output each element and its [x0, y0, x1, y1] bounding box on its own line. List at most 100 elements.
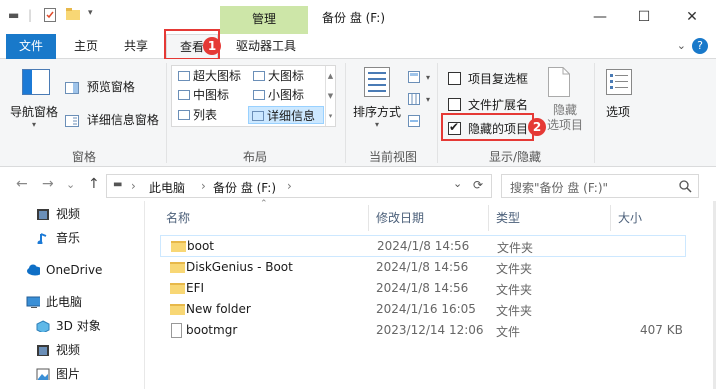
hide-selected-button[interactable]: 隐藏 选项目	[547, 103, 583, 133]
file-type: 文件夹	[497, 241, 534, 255]
details-pane-icon	[65, 114, 79, 127]
ribbon-view: 导航窗格 ▾ 预览窗格 详细信息窗格 窗格 超大图标 大图标 中图标 小图标 列…	[0, 59, 716, 167]
forward-button[interactable]: →	[42, 176, 54, 192]
nav-item-videos[interactable]: 视频	[36, 203, 80, 225]
add-columns-icon	[408, 92, 420, 105]
extra-large-icons-icon	[178, 71, 190, 81]
file-type: 文件夹	[496, 304, 533, 318]
table-row[interactable]: bootmgr 2023/12/14 12:06 文件 407 KB	[160, 320, 686, 342]
file-extensions-label: 文件扩展名	[468, 98, 529, 112]
folder-icon	[170, 262, 185, 273]
recent-locations-button[interactable]: ⌄	[66, 178, 75, 191]
video-icon	[37, 345, 49, 356]
group-label-show-hide: 显示/隐藏	[489, 150, 542, 164]
item-checkboxes-label: 项目复选框	[468, 72, 529, 86]
table-row[interactable]: New folder 2024/1/16 16:05 文件夹	[160, 299, 686, 321]
sort-by-label: 排序方式	[353, 105, 402, 119]
size-columns-button[interactable]	[408, 113, 422, 127]
tab-share[interactable]: 共享	[118, 34, 154, 59]
nav-item-3d-objects[interactable]: 3D 对象	[36, 315, 101, 337]
sort-by-dropdown-icon: ▾	[375, 120, 380, 129]
file-modified: 2024/1/8 14:56	[376, 260, 469, 274]
table-row[interactable]: boot 2024/1/8 14:56 文件夹	[160, 235, 686, 257]
group-by-button[interactable]: ▾	[408, 69, 430, 83]
file-extensions-toggle[interactable]: 文件扩展名	[448, 96, 528, 113]
layout-details[interactable]: 详细信息	[248, 106, 324, 124]
qa-separator: |	[28, 8, 33, 22]
small-icons-icon	[253, 90, 265, 100]
address-dropdown-icon[interactable]: ⌄	[453, 177, 462, 190]
file-name: New folder	[186, 302, 251, 316]
layout-extra-large-icons[interactable]: 超大图标	[175, 67, 251, 85]
hide-selected-icon	[548, 67, 570, 100]
breadcrumb-sep: ›	[131, 179, 136, 193]
step-badge-2: 2	[528, 118, 546, 136]
file-name: EFI	[186, 281, 205, 295]
file-type: 文件	[496, 325, 521, 339]
minimize-button[interactable]: —	[585, 6, 615, 28]
item-checkboxes-checkbox[interactable]	[448, 72, 461, 85]
sort-by-button[interactable]: 排序方式 ▾	[353, 103, 401, 129]
options-button[interactable]: 选项	[606, 103, 630, 120]
file-list: ⌃ 名称 修改日期 类型 大小 boot 2024/1/8 14:56 文件夹 …	[146, 199, 716, 389]
new-folder-icon[interactable]	[66, 8, 80, 23]
column-header-modified[interactable]: 修改日期	[376, 209, 424, 226]
tab-drive-tools[interactable]: 驱动器工具	[228, 34, 304, 59]
help-icon[interactable]: ?	[692, 38, 708, 54]
back-button[interactable]: ←	[16, 176, 28, 192]
preview-pane-label: 预览窗格	[86, 80, 135, 94]
file-modified: 2023/12/14 12:06	[376, 323, 484, 337]
tab-file[interactable]: 文件	[6, 34, 56, 59]
column-divider[interactable]	[488, 205, 489, 231]
ribbon-tabs: 文件 主页 共享 查看 驱动器工具 ⌄ ?	[0, 34, 716, 60]
layout-small-icons[interactable]: 小图标	[250, 86, 324, 104]
column-header-name[interactable]: 名称	[166, 209, 190, 226]
nav-item-videos-2[interactable]: 视频	[36, 339, 80, 361]
folder-icon	[171, 241, 186, 252]
file-size: 407 KB	[640, 323, 683, 337]
refresh-icon[interactable]: ⟳	[473, 178, 483, 192]
size-columns-icon	[408, 114, 420, 127]
breadcrumb-this-pc[interactable]: 此电脑	[149, 179, 185, 196]
layout-large-icons[interactable]: 大图标	[250, 67, 324, 85]
up-button[interactable]: ↑	[88, 176, 100, 192]
details-pane-button[interactable]: 详细信息窗格	[65, 111, 159, 128]
ribbon-expand-chevron-icon[interactable]: ⌄	[677, 39, 686, 52]
close-button[interactable]: ✕	[677, 6, 707, 28]
item-checkboxes-toggle[interactable]: 项目复选框	[448, 70, 528, 87]
nav-item-this-pc[interactable]: 此电脑	[26, 291, 82, 313]
table-row[interactable]: EFI 2024/1/8 14:56 文件夹	[160, 278, 686, 300]
file-type: 文件夹	[496, 262, 533, 276]
layout-medium-icons[interactable]: 中图标	[175, 86, 251, 104]
column-header-size[interactable]: 大小	[618, 209, 642, 226]
search-input[interactable]: 搜索"备份 盘 (F:)"	[501, 174, 699, 198]
list-icon	[178, 110, 190, 120]
music-icon	[37, 233, 47, 244]
tab-manage[interactable]: 管理	[220, 6, 308, 34]
layout-list[interactable]: 列表	[175, 106, 251, 124]
column-divider[interactable]	[610, 205, 611, 231]
table-row[interactable]: DiskGenius - Boot 2024/1/8 14:56 文件夹	[160, 257, 686, 279]
search-icon[interactable]	[679, 180, 692, 193]
maximize-button[interactable]: ☐	[629, 6, 659, 28]
column-header-type[interactable]: 类型	[496, 209, 520, 226]
breadcrumb-drive[interactable]: 备份 盘 (F:)	[213, 179, 276, 196]
nav-item-music[interactable]: 音乐	[36, 227, 80, 249]
group-label-panes: 窗格	[72, 150, 97, 164]
nav-item-onedrive[interactable]: OneDrive	[26, 259, 102, 281]
address-row: ← → ⌄ ↑ ▬ › 此电脑 › 备份 盘 (F:) › ⌄ ⟳ 搜索"备份 …	[0, 171, 716, 201]
search-placeholder: 搜索"备份 盘 (F:)"	[510, 181, 609, 195]
hide-selected-label-2: 选项目	[547, 118, 584, 132]
properties-icon[interactable]	[44, 8, 56, 25]
address-bar[interactable]: ▬ › 此电脑 › 备份 盘 (F:) › ⌄ ⟳	[106, 174, 492, 198]
file-extensions-checkbox[interactable]	[448, 98, 461, 111]
tab-home[interactable]: 主页	[68, 34, 104, 59]
group-label-layout: 布局	[243, 150, 268, 164]
customize-toolbar-icon[interactable]: ▾	[88, 8, 93, 18]
nav-item-pictures[interactable]: 图片	[36, 363, 80, 385]
nav-pane-button[interactable]: 导航窗格 ▾	[10, 103, 58, 129]
add-columns-button[interactable]: ▾	[408, 91, 430, 105]
column-divider[interactable]	[368, 205, 369, 231]
preview-pane-button[interactable]: 预览窗格	[65, 78, 135, 95]
layout-scroll-icon[interactable]: ▲ ▼ ▾	[325, 66, 335, 126]
